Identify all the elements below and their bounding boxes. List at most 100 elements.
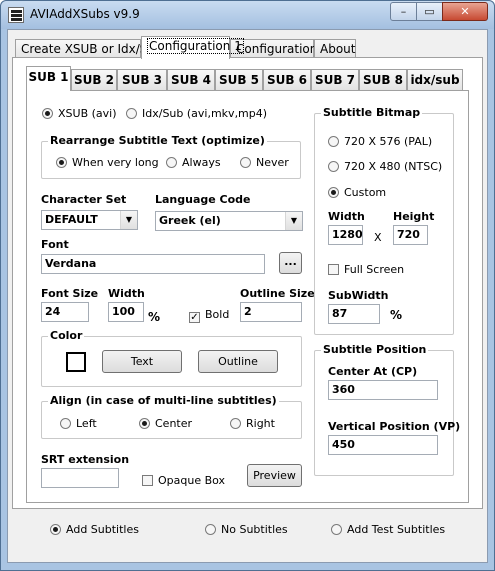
outline-size-field[interactable]: 2 <box>240 302 302 322</box>
window-title: AVIAddXSubs v9.9 <box>30 7 140 21</box>
rearrange-group-title: Rearrange Subtitle Text (optimize) <box>48 134 267 147</box>
color-swatch[interactable] <box>66 352 86 372</box>
rearrange-always-label: Always <box>182 156 221 169</box>
font-label: Font <box>41 238 69 251</box>
align-left-label: Left <box>76 417 97 430</box>
rearrange-when-long-label: When very long <box>72 156 159 169</box>
subtab-idx-sub[interactable]: idx/sub <box>407 69 463 90</box>
close-button[interactable]: ✕ <box>442 2 488 21</box>
srt-extension-field[interactable] <box>41 468 119 488</box>
character-set-select[interactable]: DEFAULT ▼ <box>41 210 138 230</box>
outline-color-button[interactable]: Outline <box>198 350 278 373</box>
radio-dot <box>205 524 216 535</box>
align-group-title: Align (in case of multi-line subtitles) <box>48 394 279 407</box>
color-group-title: Color <box>48 329 85 342</box>
idx-sub-radio[interactable]: Idx/Sub (avi,mkv,mp4) <box>126 107 267 120</box>
align-center-label: Center <box>155 417 193 430</box>
chevron-down-icon[interactable]: ▼ <box>120 211 137 229</box>
rearrange-always-radio[interactable]: Always <box>166 156 221 169</box>
radio-dot <box>230 418 241 429</box>
subtab-sub-5[interactable]: SUB 5 <box>215 69 263 90</box>
xsub-avi-radio[interactable]: XSUB (avi) <box>42 107 117 120</box>
app-icon[interactable] <box>8 7 24 23</box>
bitmap-pal-radio[interactable]: 720 X 576 (PAL) <box>328 135 432 148</box>
radio-dot <box>42 108 53 119</box>
idx-sub-label: Idx/Sub (avi,mkv,mp4) <box>142 107 268 120</box>
center-at-field[interactable]: 360 <box>328 380 438 400</box>
radio-dot <box>328 161 339 172</box>
font-size-label: Font Size <box>41 287 99 300</box>
bitmap-width-label: Width <box>328 210 365 223</box>
maximize-button[interactable]: ▭ <box>416 2 443 21</box>
full-screen-label: Full Screen <box>344 263 405 276</box>
radio-dot <box>126 108 137 119</box>
vertical-position-label: Vertical Position (VP) <box>328 420 461 433</box>
bold-checkbox[interactable]: ✓ Bold <box>189 308 229 323</box>
radio-dot <box>166 157 177 168</box>
tab-about[interactable]: About <box>314 39 356 59</box>
language-code-label: Language Code <box>155 193 251 206</box>
subtab-sub-4[interactable]: SUB 4 <box>167 69 215 90</box>
align-left-radio[interactable]: Left <box>60 417 97 430</box>
font-size-field[interactable]: 24 <box>41 302 89 322</box>
width-label: Width <box>108 287 145 300</box>
checkbox-box <box>142 475 153 486</box>
character-set-value: DEFAULT <box>45 213 98 226</box>
subtitle-bitmap-title: Subtitle Bitmap <box>321 106 423 119</box>
add-test-subtitles-radio[interactable]: Add Test Subtitles <box>331 523 445 536</box>
rearrange-never-radio[interactable]: Never <box>240 156 289 169</box>
preview-button[interactable]: Preview <box>247 464 302 487</box>
subtab-sub-7[interactable]: SUB 7 <box>311 69 359 90</box>
add-test-subtitles-label: Add Test Subtitles <box>347 523 446 536</box>
add-subtitles-label: Add Subtitles <box>66 523 139 536</box>
subwidth-percent-label: % <box>390 308 403 322</box>
width-percent-label: % <box>148 310 161 324</box>
bitmap-width-field[interactable]: 1280 <box>328 225 363 245</box>
font-browse-button[interactable]: ... <box>279 252 302 274</box>
text-color-button[interactable]: Text <box>102 350 182 373</box>
align-right-radio[interactable]: Right <box>230 417 275 430</box>
bitmap-custom-radio[interactable]: Custom <box>328 186 386 199</box>
chevron-down-icon[interactable]: ▼ <box>285 212 302 230</box>
subwidth-field[interactable]: 87 <box>328 304 380 324</box>
check-icon: ✓ <box>189 312 200 323</box>
center-at-label: Center At (CP) <box>328 365 418 378</box>
subtab-sub-6[interactable]: SUB 6 <box>263 69 311 90</box>
bitmap-pal-label: 720 X 576 (PAL) <box>344 135 433 148</box>
tab-configuration-1-label: Configuration 1 <box>147 38 244 54</box>
opaque-box-checkbox[interactable]: Opaque Box <box>142 474 225 487</box>
bitmap-height-field[interactable]: 720 <box>393 225 428 245</box>
subtab-sub-8[interactable]: SUB 8 <box>359 69 407 90</box>
add-subtitles-radio[interactable]: Add Subtitles <box>50 523 139 536</box>
subtab-sub-2[interactable]: SUB 2 <box>71 69 117 90</box>
radio-dot <box>56 157 67 168</box>
title-bar[interactable]: AVIAddXSubs v9.9 – ▭ ✕ <box>1 1 494 29</box>
vertical-position-field[interactable]: 450 <box>328 435 438 455</box>
outline-size-label: Outline Size <box>240 287 315 300</box>
rearrange-never-label: Never <box>256 156 289 169</box>
no-subtitles-radio[interactable]: No Subtitles <box>205 523 288 536</box>
language-code-select[interactable]: Greek (el) ▼ <box>155 211 303 231</box>
character-set-label: Character Set <box>41 193 127 206</box>
bitmap-custom-label: Custom <box>344 186 387 199</box>
width-field[interactable]: 100 <box>108 302 144 322</box>
minimize-button[interactable]: – <box>390 2 417 21</box>
subtab-sub-3[interactable]: SUB 3 <box>117 69 167 90</box>
radio-dot <box>328 187 339 198</box>
radio-dot <box>240 157 251 168</box>
checkbox-box <box>328 264 339 275</box>
no-subtitles-label: No Subtitles <box>221 523 288 536</box>
tab-create-xsub[interactable]: Create XSUB or Idx/Sub <box>15 39 163 59</box>
rearrange-when-long-radio[interactable]: When very long <box>56 156 159 169</box>
radio-dot <box>50 524 61 535</box>
bitmap-ntsc-radio[interactable]: 720 X 480 (NTSC) <box>328 160 442 173</box>
subtab-sub-1[interactable]: SUB 1 <box>26 66 71 91</box>
bitmap-x-label: X <box>374 231 382 244</box>
radio-dot <box>139 418 150 429</box>
tab-configuration-1[interactable]: Configuration 1 <box>141 36 244 59</box>
radio-dot <box>60 418 71 429</box>
bitmap-height-label: Height <box>393 210 435 223</box>
align-center-radio[interactable]: Center <box>139 417 192 430</box>
font-field[interactable]: Verdana <box>41 254 265 274</box>
full-screen-checkbox[interactable]: Full Screen <box>328 263 404 276</box>
